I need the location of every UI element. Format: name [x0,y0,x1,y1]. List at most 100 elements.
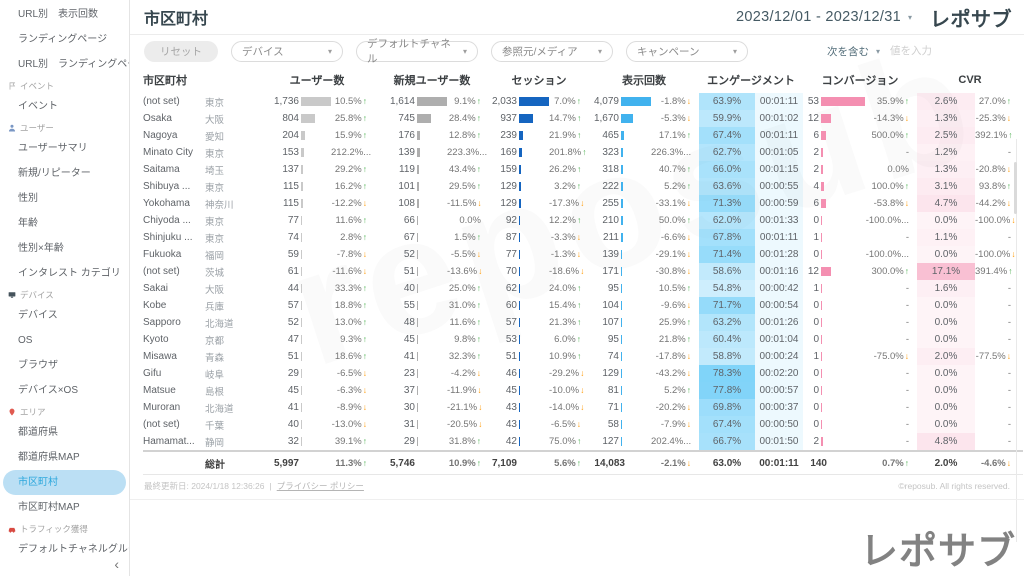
conv-bar [821,148,823,157]
sidebar-item-selected[interactable]: 市区町村 [3,470,126,495]
sidebar-item[interactable]: デバイス×OS [0,378,129,403]
sidebar-item[interactable]: OS [0,328,129,353]
city-cell: Hamamat... [143,436,195,447]
up-arrow-icon: ↑ [476,334,481,344]
down-arrow-icon: ↓ [362,198,367,208]
up-arrow-icon: ↑ [686,181,691,191]
table-scrollbar-thumb[interactable] [1014,162,1017,214]
new_users-pct-cell: 12.8%↑ [448,130,481,141]
sidebar-item[interactable]: 市区町村MAP [0,495,129,520]
sidebar-item[interactable]: デフォルトチャネルグループ [0,537,129,562]
users-value-cell: 51 [259,348,331,365]
reset-button[interactable]: リセット [144,40,218,62]
filter-dropdown[interactable]: デフォルトチャネル ▾ [356,38,478,65]
filter-value-input[interactable] [888,44,984,58]
condition-dropdown[interactable]: 次を含む ▾ [827,44,880,59]
sidebar-item[interactable]: 都道府県MAP [0,445,129,470]
prefecture-cell: 島根 [205,386,225,398]
date-range-selector[interactable]: 2023/12/01 - 2023/12/31 [736,9,901,25]
down-arrow-icon: ↓ [478,266,483,276]
filter-bar: リセット デバイス ▾ デフォルトチャネル ▾ 参照元/メディア ▾ キャンペーン ▾ 次を含… [130,35,1024,67]
sidebar-item[interactable]: インタレスト カテゴリ [0,261,129,286]
up-arrow-icon: ↑ [904,457,909,468]
sidebar-item[interactable]: ランディングページ [0,27,129,52]
table-row: Chiyoda ... 東京 77 11.6%↑ 66 0.0% 92 12.2… [143,212,1023,229]
views-bar [621,250,622,259]
users-bar [301,165,304,174]
new_users-pct-cell: 31.0%↑ [448,300,481,311]
new_users-value-cell: 108 [375,195,447,212]
cvr-rate-cell: 2.5% [917,127,975,144]
down-arrow-icon: ↓ [576,232,581,242]
sidebar-section: デバイス [0,286,129,303]
engagement-time-cell: 00:00:57 [755,382,803,399]
up-arrow-icon: ↑ [476,436,481,446]
table-row: Kyoto 京都 47 9.3%↑ 45 9.8%↑ 53 6.0%↑ 95 2… [143,331,1023,348]
totals-eng-rate: 63.0% [699,450,755,475]
conv-pct-cell: - [905,147,909,158]
table-row: Sakai 大阪 44 33.3%↑ 40 25.0%↑ 62 24.0%↑ 9… [143,280,1023,297]
sessions-pct-cell: 21.3%↑ [549,317,582,328]
engagement-rate-cell: 66.0% [699,161,755,178]
views-bar [621,437,622,446]
views-pct-cell: 25.9%↑ [658,317,691,328]
engagement-rate-cell: 58.8% [699,348,755,365]
cvr-rate-cell: 1.2% [917,144,975,161]
new_users-pct-cell: 0.0% [459,215,481,226]
up-arrow-icon: ↑ [576,181,581,191]
conv-value-cell: 12 [803,263,865,280]
sidebar-item[interactable]: 性別 [0,186,129,211]
sidebar-item[interactable]: ブラウザ [0,353,129,378]
prefecture-cell: 東京 [205,233,225,245]
engagement-rate-cell: 60.4% [699,331,755,348]
city-cell: Osaka [143,113,172,124]
sessions-value-cell: 45 [489,382,549,399]
new_users-pct-cell: 11.6%↑ [449,317,481,328]
up-arrow-icon: ↑ [476,164,481,174]
table-row: Kobe 兵庫 57 18.8%↑ 55 31.0%↑ 60 15.4%↑ 10… [143,297,1023,314]
up-arrow-icon: ↑ [362,317,367,327]
views-value-cell: 74 [589,348,651,365]
views-bar [621,267,623,276]
views-value-cell: 323 [589,144,651,161]
city-cell: Sapporo [143,317,181,328]
sidebar-item[interactable]: デバイス [0,303,129,328]
sidebar-item[interactable]: 性別×年齢 [0,236,129,261]
users-pct-cell: -11.6%↓ [332,266,367,277]
sessions-bar [519,199,521,208]
cvr-rate-cell: 17.1% [917,263,975,280]
conv-value-cell: 1 [803,348,865,365]
engagement-time-cell: 00:01:04 [755,331,803,348]
privacy-policy-link[interactable]: プライバシー ポリシー [277,480,364,492]
conv-pct-cell: -75.0%↓ [873,351,909,362]
sidebar-item[interactable]: URL別 表示回数 [0,2,129,27]
sidebar-item[interactable]: ユーザーサマリ [0,136,129,161]
up-arrow-icon: ↑ [362,181,367,191]
sidebar-item[interactable]: 年齢 [0,211,129,236]
down-arrow-icon: ↓ [580,368,585,378]
filter-dropdown[interactable]: 参照元/メディア ▾ [491,40,613,62]
chevron-down-icon[interactable]: ▾ [908,13,912,22]
city-cell: (not set) [143,266,180,277]
sidebar-item[interactable]: イベント [0,94,129,119]
views-value-cell: 465 [589,127,651,144]
sidebar-item[interactable]: 都道府県 [0,420,129,445]
filter-dropdown[interactable]: キャンペーン ▾ [626,40,748,62]
sidebar-collapse-icon[interactable]: ‹ [114,556,119,572]
new_users-pct-cell: 31.8%↑ [448,436,481,447]
filter-dropdown[interactable]: デバイス ▾ [231,40,343,62]
users-value-cell: 153 [259,144,331,161]
users-bar [301,131,305,140]
up-arrow-icon: ↑ [476,96,481,106]
col-header-new-users: 新規ユーザー数 [393,75,471,87]
prefecture-cell: 神奈川 [205,199,234,211]
prefecture-cell: 北海道 [205,403,234,415]
new_users-value-cell: 37 [375,382,447,399]
sidebar-item[interactable]: 新規/リピーター [0,161,129,186]
users-pct-cell: 10.5%↑ [334,96,367,107]
sidebar-item[interactable]: URL別 ランディングページ [0,52,129,77]
totals-row: 総計 5,997 11.3%↑ 5,746 10.9%↑ 7,109 5.6%↑… [143,450,1024,475]
sessions-pct-cell: -14.0%↓ [549,402,585,413]
sidebar-section: トラフィック獲得 [0,520,129,537]
users-value-cell: 59 [259,246,331,263]
